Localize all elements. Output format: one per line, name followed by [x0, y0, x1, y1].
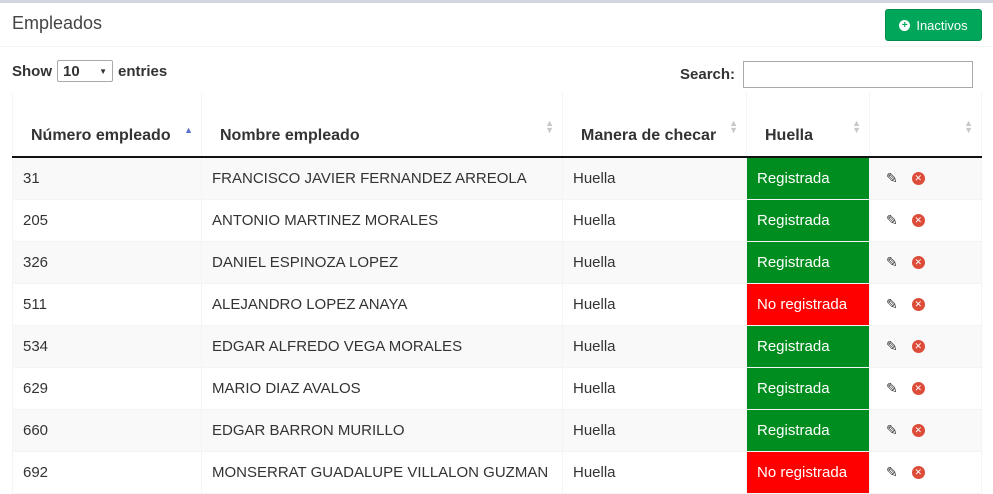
panel-header: Empleados + Inactivos	[0, 3, 993, 47]
table-row: 629 MARIO DIAZ AVALOS Huella Registrada ✎ ✕	[12, 367, 982, 410]
cell-nombre: MARIO DIAZ AVALOS	[201, 367, 563, 410]
table-row: 660 EDGAR BARRON MURILLO Huella Registrada ✎…	[12, 409, 982, 452]
pencil-icon[interactable]: ✎	[886, 336, 898, 357]
col-manera-checar[interactable]: Manera de checar ▲ ▼	[562, 93, 747, 158]
sort-icon: ▲ ▼	[964, 118, 973, 135]
table-row: 326 DANIEL ESPINOZA LOPEZ Huella Registrada…	[12, 241, 982, 284]
entries-label: entries	[118, 62, 168, 80]
search-input[interactable]	[743, 61, 974, 88]
col-nombre-empleado-label: Nombre empleado	[220, 127, 360, 144]
cell-nombre: ALEJANDRO LOPEZ ANAYA	[201, 283, 563, 326]
col-manera-checar-label: Manera de checar	[581, 127, 717, 144]
entries-length-control: Show 10 ▼ entries	[12, 60, 167, 82]
employees-table: Número empleado ▲ Nombre empleado ▲ ▼ Man…	[12, 93, 982, 494]
cell-nombre: EDGAR ALFREDO VEGA MORALES	[201, 325, 563, 368]
cell-manera: Huella	[562, 241, 747, 284]
cell-actions: ✎ ✕	[869, 409, 982, 452]
table-row: 511 ALEJANDRO LOPEZ ANAYA Huella No registr…	[12, 283, 982, 326]
pencil-icon[interactable]: ✎	[886, 378, 898, 399]
cell-numero: 326	[12, 241, 202, 284]
pencil-icon[interactable]: ✎	[886, 168, 898, 189]
entries-select-value: 10	[63, 62, 80, 80]
times-circle-icon[interactable]: ✕	[911, 172, 925, 185]
cell-manera: Huella	[562, 325, 747, 368]
col-nombre-empleado[interactable]: Nombre empleado ▲ ▼	[201, 93, 563, 158]
cell-numero: 629	[12, 367, 202, 410]
sort-icon: ▲ ▼	[852, 118, 861, 135]
times-circle-icon[interactable]: ✕	[911, 214, 925, 227]
cell-actions: ✎ ✕	[869, 241, 982, 284]
times-circle-icon[interactable]: ✕	[911, 298, 925, 311]
cell-actions: ✎ ✕	[869, 451, 982, 494]
table-row: 534 EDGAR ALFREDO VEGA MORALES Huella Regis…	[12, 325, 982, 368]
times-circle-icon[interactable]: ✕	[911, 466, 925, 479]
cell-manera: Huella	[562, 409, 747, 452]
chevron-down-icon: ▼	[99, 66, 107, 76]
cell-manera: Huella	[562, 367, 747, 410]
search-control: Search:	[680, 61, 974, 88]
col-huella[interactable]: Huella ▲ ▼	[746, 93, 870, 158]
cell-nombre: DANIEL ESPINOZA LOPEZ	[201, 241, 563, 284]
col-actions[interactable]: ▲ ▼	[869, 93, 982, 158]
cell-manera: Huella	[562, 283, 747, 326]
pencil-icon[interactable]: ✎	[886, 294, 898, 315]
sort-icon: ▲ ▼	[545, 118, 554, 135]
cell-manera: Huella	[562, 451, 747, 494]
cell-numero: 205	[12, 199, 202, 242]
table-header-row: Número empleado ▲ Nombre empleado ▲ ▼ Man…	[12, 93, 982, 158]
sort-icon: ▲ ▼	[729, 118, 738, 135]
cell-huella-status: Registrada	[746, 409, 870, 452]
cell-actions: ✎ ✕	[869, 367, 982, 410]
cell-nombre: EDGAR BARRON MURILLO	[201, 409, 563, 452]
cell-numero: 534	[12, 325, 202, 368]
cell-huella-status: Registrada	[746, 241, 870, 284]
employees-panel: Empleados + Inactivos Show 10 ▼ entries …	[0, 0, 993, 494]
cell-huella-status: Registrada	[746, 157, 870, 200]
cell-nombre: FRANCISCO JAVIER FERNANDEZ ARREOLA	[201, 157, 563, 200]
cell-nombre: ANTONIO MARTINEZ MORALES	[201, 199, 563, 242]
cell-actions: ✎ ✕	[869, 325, 982, 368]
cell-nombre: MONSERRAT GUADALUPE VILLALON GUZMAN	[201, 451, 563, 494]
plus-circle-icon: +	[899, 19, 911, 31]
sort-asc-icon: ▲	[184, 125, 193, 135]
table-row: 692 MONSERRAT GUADALUPE VILLALON GUZMAN Hu…	[12, 451, 982, 494]
cell-actions: ✎ ✕	[869, 157, 982, 200]
cell-numero: 692	[12, 451, 202, 494]
cell-numero: 511	[12, 283, 202, 326]
pencil-icon[interactable]: ✎	[886, 252, 898, 273]
cell-numero: 31	[12, 157, 202, 200]
entries-select[interactable]: 10 ▼	[57, 60, 113, 82]
show-label: Show	[12, 62, 52, 80]
inactivos-button-label: Inactivos	[916, 17, 968, 33]
cell-actions: ✎ ✕	[869, 199, 982, 242]
pencil-icon[interactable]: ✎	[886, 210, 898, 231]
cell-actions: ✎ ✕	[869, 283, 982, 326]
times-circle-icon[interactable]: ✕	[911, 382, 925, 395]
cell-huella-status: Registrada	[746, 367, 870, 410]
col-numero-empleado[interactable]: Número empleado ▲	[12, 93, 202, 158]
cell-manera: Huella	[562, 199, 747, 242]
cell-huella-status: Registrada	[746, 325, 870, 368]
col-huella-label: Huella	[765, 127, 814, 144]
cell-huella-status: Registrada	[746, 199, 870, 242]
times-circle-icon[interactable]: ✕	[911, 424, 925, 437]
pencil-icon[interactable]: ✎	[886, 462, 898, 483]
cell-huella-status: No registrada	[746, 283, 870, 326]
inactivos-button[interactable]: + Inactivos	[885, 9, 982, 41]
times-circle-icon[interactable]: ✕	[911, 340, 925, 353]
cell-numero: 660	[12, 409, 202, 452]
times-circle-icon[interactable]: ✕	[911, 256, 925, 269]
cell-huella-status: No registrada	[746, 451, 870, 494]
search-label: Search:	[680, 66, 736, 83]
pencil-icon[interactable]: ✎	[886, 420, 898, 441]
cell-manera: Huella	[562, 157, 747, 200]
page-title: Empleados	[12, 13, 103, 33]
table-row: 31 FRANCISCO JAVIER FERNANDEZ ARREOLA Huel…	[12, 157, 982, 200]
table-row: 205 ANTONIO MARTINEZ MORALES Huella Registr…	[12, 199, 982, 242]
col-numero-empleado-label: Número empleado	[31, 127, 171, 144]
